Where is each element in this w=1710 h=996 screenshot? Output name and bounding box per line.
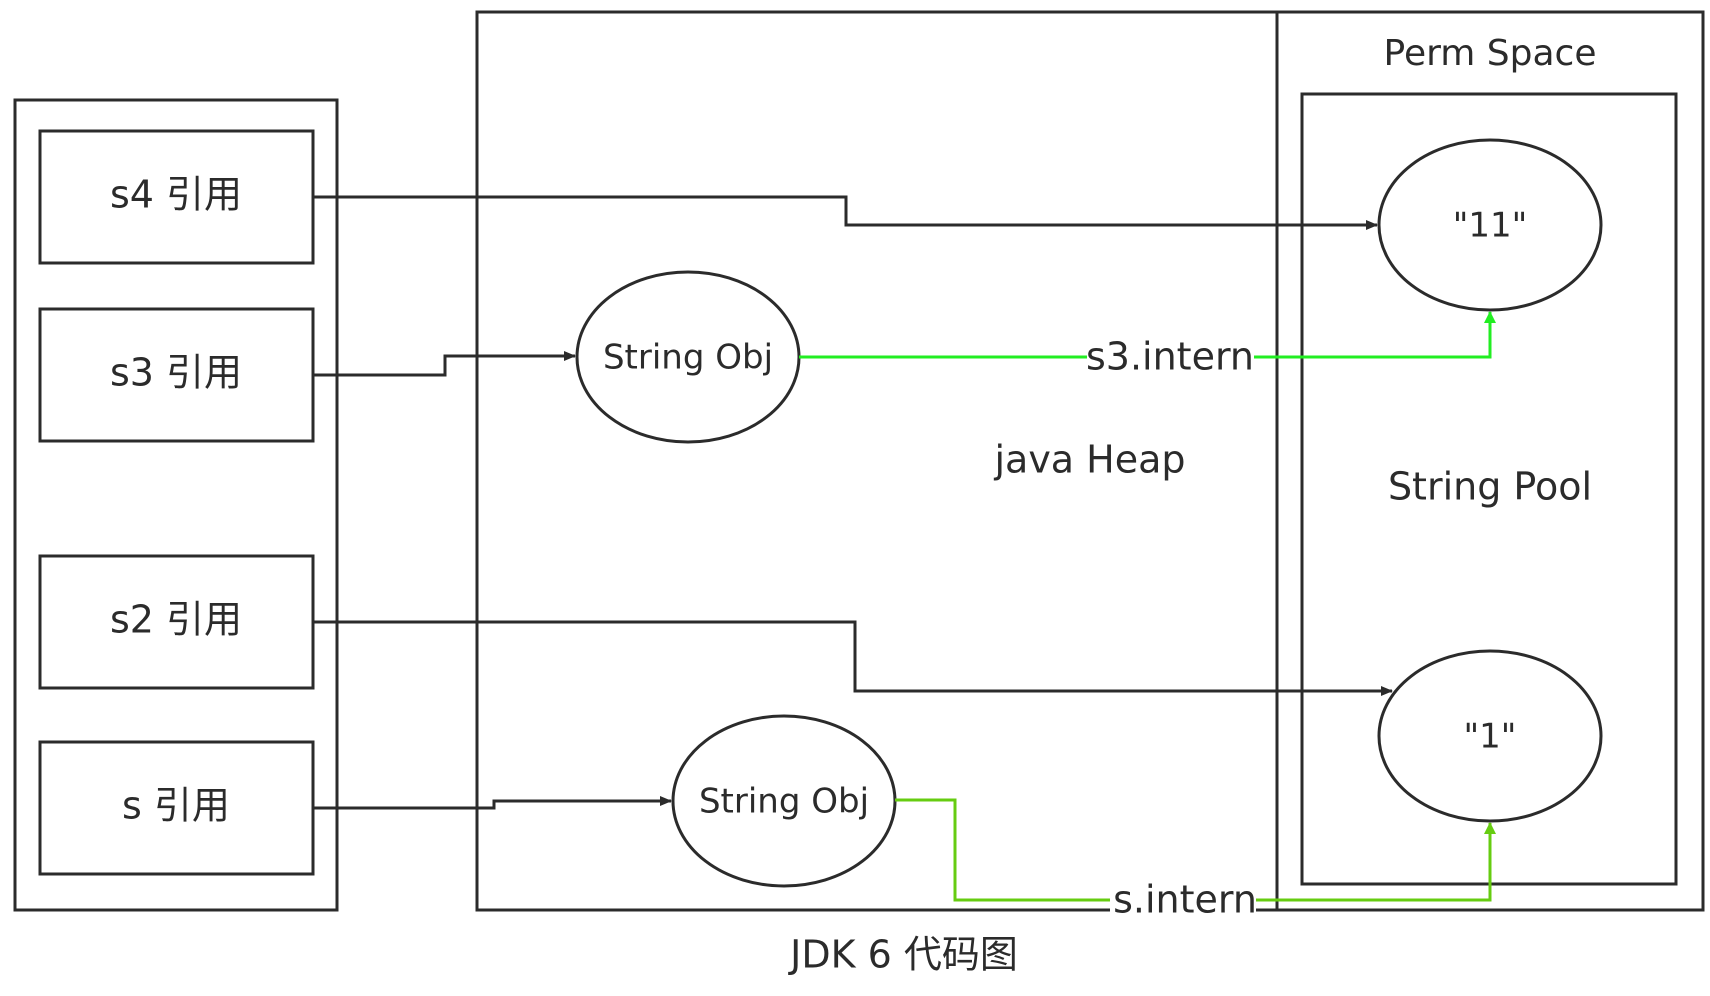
s3-ref-label: s3 引用	[110, 351, 242, 395]
literal-11-label: "11"	[1453, 206, 1528, 246]
literal-1: "1"	[1377, 649, 1603, 823]
literal-11: "11"	[1377, 138, 1603, 312]
string-obj-lower: String Obj	[671, 714, 897, 888]
arrow-s3-to-string-obj	[313, 351, 576, 377]
string-obj-upper-label: String Obj	[603, 338, 773, 378]
string-obj-upper: String Obj	[575, 270, 801, 444]
diagram-caption: JDK 6 代码图	[788, 933, 1018, 977]
s3-intern-label: s3.intern	[1086, 335, 1254, 379]
s2-ref-label: s2 引用	[110, 598, 242, 642]
string-pool-label: String Pool	[1388, 465, 1592, 509]
s-ref-label: s 引用	[122, 784, 230, 828]
string-obj-lower-label: String Obj	[699, 782, 869, 822]
s4-ref-label: s4 引用	[110, 173, 242, 217]
s-intern-label: s.intern	[1113, 878, 1257, 922]
perm-space-region	[1275, 10, 1705, 912]
s4-ref-box: s4 引用	[38, 129, 315, 265]
arrow-s-to-string-obj	[313, 796, 672, 810]
perm-space-title: Perm Space	[1384, 33, 1597, 74]
s3-ref-box: s3 引用	[38, 307, 315, 443]
arrow-s4-to-literal-11	[313, 195, 1378, 230]
literal-1-label: "1"	[1464, 717, 1517, 757]
s-ref-box: s 引用	[38, 740, 315, 876]
arrow-s2-to-literal-1	[313, 620, 1393, 696]
java-heap-label: java Heap	[993, 438, 1185, 482]
s2-ref-box: s2 引用	[38, 554, 315, 690]
jdk6-string-diagram: s4 引用 s3 引用 s2 引用 s 引用 java Heap Perm Sp…	[13, 10, 1705, 977]
